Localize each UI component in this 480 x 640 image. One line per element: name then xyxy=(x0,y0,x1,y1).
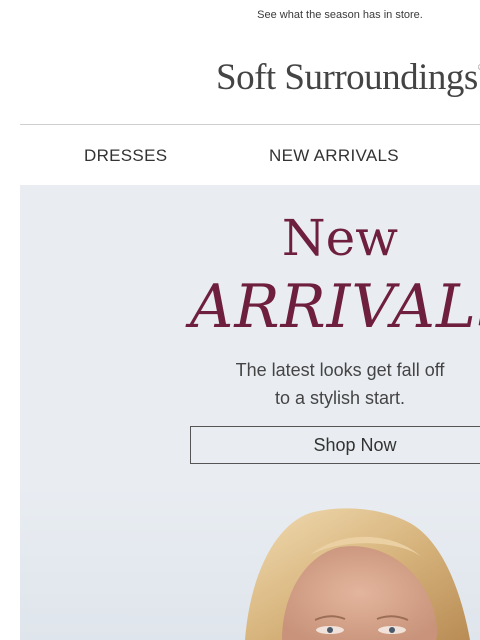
header-divider xyxy=(20,124,480,125)
nav-link-dresses[interactable]: DRESSES xyxy=(84,146,167,166)
hero-subheading: The latest looks get fall off to a styli… xyxy=(20,356,480,412)
hero-banner[interactable]: New ARRIVALS The latest looks get fall o… xyxy=(20,185,480,640)
nav-link-new-arrivals[interactable]: NEW ARRIVALS xyxy=(269,146,399,166)
hero-model-photo xyxy=(20,485,480,640)
hero-subline-1: The latest looks get fall off xyxy=(235,360,445,380)
brand-logo[interactable]: Soft Surroundings® xyxy=(216,56,480,99)
brand-name: Soft Surroundings xyxy=(216,57,478,98)
hero-subline-2: to a stylish start. xyxy=(274,388,406,408)
shop-now-button[interactable]: Shop Now xyxy=(190,426,480,464)
hero-headline-arrivals: ARRIVALS xyxy=(190,272,480,342)
hero-headline-new: New xyxy=(281,209,399,267)
preheader-text: See what the season has in store. xyxy=(257,9,423,21)
